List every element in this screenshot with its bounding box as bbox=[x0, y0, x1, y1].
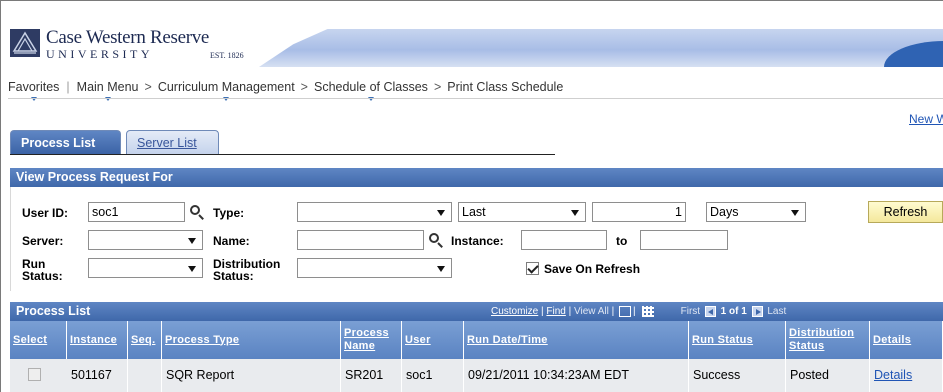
breadcrumb-separator: > bbox=[433, 80, 442, 94]
customize-link[interactable]: Customize bbox=[491, 306, 538, 317]
distribution-status-label: Distribution Status: bbox=[213, 257, 281, 283]
user-id-lookup-icon[interactable] bbox=[189, 204, 205, 220]
row-distribution-status: Posted bbox=[786, 359, 870, 392]
last-number-field[interactable]: 1 bbox=[592, 202, 686, 222]
previous-page-icon[interactable] bbox=[704, 306, 716, 317]
row-run-status: Success bbox=[689, 359, 786, 392]
days-select[interactable]: Days bbox=[706, 202, 806, 222]
row-seq bbox=[128, 359, 162, 392]
breadcrumb-print-class-schedule[interactable]: Print Class Schedule bbox=[447, 80, 563, 94]
col-distribution-status[interactable]: Distribution Status bbox=[786, 321, 870, 359]
last-link[interactable]: Last bbox=[767, 306, 786, 317]
name-field[interactable] bbox=[297, 230, 424, 250]
breadcrumb-separator: > bbox=[144, 80, 152, 94]
name-label: Name: bbox=[213, 234, 250, 248]
page-header: Case Western Reserve UNIVERSITY EST. 182… bbox=[1, 1, 943, 71]
col-details[interactable]: Details bbox=[870, 321, 943, 359]
user-id-label: User ID: bbox=[22, 206, 69, 220]
view-all-link[interactable]: View All bbox=[574, 306, 609, 317]
instance-label: Instance: bbox=[451, 234, 504, 248]
row-process-type: SQR Report bbox=[162, 359, 341, 392]
save-on-refresh-checkbox[interactable] bbox=[526, 262, 539, 275]
instance-to-label: to bbox=[616, 234, 628, 248]
refresh-button[interactable]: Refresh bbox=[868, 201, 943, 223]
run-status-select[interactable] bbox=[88, 258, 203, 278]
breadcrumb-separator: > bbox=[300, 80, 308, 94]
university-logo: Case Western Reserve UNIVERSITY EST. 182… bbox=[10, 27, 260, 75]
new-window-link[interactable]: New W bbox=[909, 112, 943, 126]
tab-underline bbox=[10, 154, 555, 155]
process-list-toolbar: Customize | Find | View All | | First 1 … bbox=[491, 306, 787, 318]
col-seq[interactable]: Seq. bbox=[128, 321, 162, 359]
new-window-icon[interactable] bbox=[619, 306, 632, 317]
server-label: Server: bbox=[22, 234, 64, 248]
university-name: Case Western Reserve bbox=[46, 27, 210, 48]
col-instance[interactable]: Instance bbox=[67, 321, 128, 359]
breadcrumb-divider: | bbox=[66, 80, 70, 94]
last-select[interactable]: Last bbox=[458, 202, 586, 222]
row-details-link[interactable]: Details bbox=[870, 359, 943, 392]
breadcrumb-main-menu[interactable]: Main Menu bbox=[77, 80, 139, 94]
page-range: 1 of 1 bbox=[720, 306, 747, 318]
run-status-label: Run Status: bbox=[22, 257, 63, 283]
breadcrumb: Favorites | Main Menu > Curriculum Managemen… bbox=[8, 80, 563, 94]
breadcrumb-curriculum-management[interactable]: Curriculum Management bbox=[158, 80, 295, 94]
save-on-refresh-label: Save On Refresh bbox=[544, 262, 641, 276]
first-link[interactable]: First bbox=[681, 306, 700, 317]
view-request-header: View Process Request For bbox=[10, 168, 943, 187]
server-select[interactable] bbox=[88, 230, 203, 250]
find-link[interactable]: Find bbox=[546, 306, 565, 317]
breadcrumb-rule bbox=[8, 98, 943, 99]
download-grid-icon[interactable] bbox=[642, 306, 655, 317]
row-user: soc1 bbox=[402, 359, 464, 392]
name-lookup-icon[interactable] bbox=[428, 232, 444, 248]
row-instance: 501167 bbox=[67, 359, 128, 392]
tab-server-list[interactable]: Server List bbox=[126, 130, 219, 154]
tab-process-list[interactable]: Process List bbox=[10, 130, 121, 154]
process-list-header: Process List Customize | Find | View All… bbox=[10, 302, 943, 321]
col-process-name[interactable]: Process Name bbox=[341, 321, 402, 359]
distribution-status-select[interactable] bbox=[297, 258, 452, 278]
instance-to-field[interactable] bbox=[640, 230, 728, 250]
header-banner bbox=[259, 29, 943, 67]
university-subtitle: UNIVERSITY bbox=[46, 47, 153, 61]
col-user[interactable]: User bbox=[402, 321, 464, 359]
user-id-field[interactable]: soc1 bbox=[88, 202, 185, 222]
col-select[interactable]: Select bbox=[10, 321, 67, 359]
breadcrumb-schedule-of-classes[interactable]: Schedule of Classes bbox=[314, 80, 428, 94]
banner-background bbox=[259, 29, 943, 67]
process-list-title: Process List bbox=[16, 304, 91, 318]
type-select[interactable] bbox=[297, 202, 452, 222]
col-run-status[interactable]: Run Status bbox=[689, 321, 786, 359]
row-run-datetime: 09/21/2011 10:34:23AM EDT bbox=[464, 359, 689, 392]
breadcrumb-favorites[interactable]: Favorites bbox=[8, 80, 59, 94]
row-process-name: SR201 bbox=[341, 359, 402, 392]
type-label: Type: bbox=[213, 206, 245, 220]
next-page-icon[interactable] bbox=[751, 306, 763, 317]
instance-from-field[interactable] bbox=[521, 230, 607, 250]
col-run-datetime[interactable]: Run Date/Time bbox=[464, 321, 689, 359]
col-process-type[interactable]: Process Type bbox=[162, 321, 341, 359]
university-est: EST. 1826 bbox=[210, 51, 244, 60]
seal-icon bbox=[10, 29, 40, 57]
row-select-checkbox[interactable] bbox=[28, 368, 41, 381]
